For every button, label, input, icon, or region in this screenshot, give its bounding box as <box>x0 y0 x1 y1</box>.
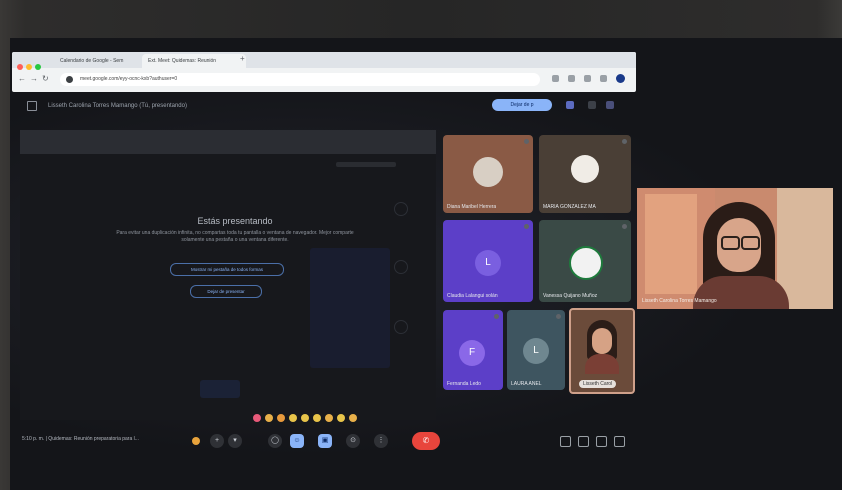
presenting-description: Para evitar una duplicación infinita, no… <box>116 230 354 243</box>
forward-icon[interactable]: → <box>30 74 38 83</box>
chat-icon[interactable] <box>596 436 607 447</box>
mirrored-icon <box>394 260 408 274</box>
mic-off-icon <box>622 224 627 229</box>
info-icon[interactable] <box>560 436 571 447</box>
extension-icon[interactable] <box>552 75 559 82</box>
mirrored-icon <box>394 320 408 334</box>
webcam-name: Lisseth Carolina Torres Mamango <box>642 298 717 304</box>
participant-tile[interactable]: MARIA GONZALEZ MA <box>539 135 631 213</box>
self-video-body <box>585 354 619 374</box>
new-tab-icon[interactable]: + <box>240 54 245 63</box>
presenter-label: Lisseth Carolina Torres Mamango (Tú, pre… <box>48 103 187 109</box>
meeting-info: 5:10 p. m. | Quidemas: Reunión preparato… <box>22 436 139 442</box>
participant-name: MARIA GONZALEZ MA <box>543 204 596 210</box>
participant-avatar <box>571 155 599 183</box>
meet-header: Lisseth Carolina Torres Mamango (Tú, pre… <box>22 97 634 115</box>
webcam-window: Lisseth Carolina Torres Mamango <box>637 188 833 309</box>
cast-icon[interactable] <box>584 75 591 82</box>
self-video-face <box>592 328 612 354</box>
camera-button[interactable]: ▾ <box>228 434 242 448</box>
thinking-icon[interactable] <box>337 414 345 422</box>
meeting-controls: 5:10 p. m. | Quidemas: Reunión preparato… <box>20 428 640 454</box>
mirrored-icon <box>394 202 408 216</box>
participant-tile[interactable]: L Claudia Lalangui solán <box>443 220 533 302</box>
mic-off-icon <box>622 139 627 144</box>
url-input[interactable]: meet.google.com/eyy-ocnc-kxb?authuser=0 <box>60 73 540 86</box>
thumbs-down-icon[interactable] <box>349 414 357 422</box>
mirrored-content-small <box>200 380 240 398</box>
glasses-icon <box>741 236 760 250</box>
end-call-button[interactable]: ✆ <box>412 432 440 450</box>
bookmark-icon[interactable] <box>568 75 575 82</box>
participant-avatar <box>473 157 503 187</box>
participant-avatar: F <box>459 340 485 366</box>
reactions-bar <box>253 409 361 422</box>
site-info-icon[interactable] <box>66 76 73 83</box>
surprised-icon[interactable] <box>313 414 321 422</box>
raise-hand-button[interactable]: ⊙ <box>346 434 360 448</box>
tab-strip: Calendario de Google - Sem Ext. Meet: Qu… <box>12 52 636 70</box>
reload-icon[interactable]: ↻ <box>42 74 49 83</box>
participant-tile[interactable]: L LAURA ANEL <box>507 310 565 390</box>
hand-icon[interactable] <box>192 437 200 445</box>
more-icon[interactable] <box>606 101 614 109</box>
presenting-title: Estás presentando <box>197 216 273 226</box>
captions-button[interactable]: ◯ <box>268 434 282 448</box>
profile-avatar[interactable] <box>616 74 625 83</box>
mic-off-icon <box>556 314 561 319</box>
share-tab-anyway-button[interactable]: Mostrar mi pestaña de todos formas <box>170 263 284 276</box>
cam-door <box>645 194 697 294</box>
participant-avatar <box>569 246 603 280</box>
participant-name: Lisseth Carol <box>579 380 617 388</box>
party-icon[interactable] <box>277 414 285 422</box>
cam-person-body <box>693 276 789 309</box>
back-icon[interactable]: ← <box>18 74 26 83</box>
thumbs-up-icon[interactable] <box>265 414 273 422</box>
clap-icon[interactable] <box>289 414 297 422</box>
address-bar: ← → ↻ meet.google.com/eyy-ocnc-kxb?authu… <box>12 68 636 92</box>
cry-icon[interactable] <box>325 414 333 422</box>
participant-tile[interactable]: Diana Maribel Herrera <box>443 135 533 213</box>
stop-presenting-header-button[interactable]: Dejar de p <box>492 99 552 111</box>
presentation-icon <box>27 101 37 111</box>
tab-meet[interactable]: Ext. Meet: Quidemas: Reunión <box>142 54 246 68</box>
participant-avatar: L <box>523 338 549 364</box>
more-options-button[interactable]: ⋮ <box>374 434 388 448</box>
participant-name: Fernanda Ledo <box>447 381 481 387</box>
participant-name: LAURA ANEL <box>511 381 542 387</box>
mic-off-icon <box>524 139 529 144</box>
presentation-area: Estás presentando Para evitar una duplic… <box>20 130 436 420</box>
tab-calendar[interactable]: Calendario de Google - Sem <box>54 54 150 68</box>
participant-name: Vanessa Quijano Muñoz <box>543 293 598 299</box>
banner-hint <box>336 162 396 167</box>
activities-icon[interactable] <box>614 436 625 447</box>
presentation-banner <box>20 130 436 154</box>
emoji-button[interactable]: ☺ <box>290 434 304 448</box>
people-icon[interactable] <box>578 436 589 447</box>
heart-icon[interactable] <box>253 414 261 422</box>
participant-tile[interactable]: Vanessa Quijano Muñoz <box>539 220 631 302</box>
downloads-icon[interactable] <box>600 75 607 82</box>
participant-tile[interactable]: F Fernanda Ledo <box>443 310 503 390</box>
mic-off-icon <box>494 314 499 319</box>
mic-off-icon <box>524 224 529 229</box>
laugh-icon[interactable] <box>301 414 309 422</box>
stop-presenting-button[interactable]: Dejar de presentar <box>190 285 262 298</box>
participant-name: Diana Maribel Herrera <box>447 204 497 210</box>
participant-tile-self[interactable]: Lisseth Carol <box>569 308 635 394</box>
mic-button[interactable]: + <box>210 434 224 448</box>
present-button[interactable]: ▣ <box>318 434 332 448</box>
url-text: meet.google.com/eyy-ocnc-kxb?authuser=0 <box>80 76 178 82</box>
participant-name: Claudia Lalangui solán <box>447 293 498 299</box>
browser-window: Calendario de Google - Sem Ext. Meet: Qu… <box>12 52 636 92</box>
participant-avatar: L <box>475 250 501 276</box>
mirrored-content <box>310 248 390 368</box>
layout-icon[interactable] <box>566 101 574 109</box>
glasses-icon <box>721 236 740 250</box>
pin-icon[interactable] <box>588 101 596 109</box>
